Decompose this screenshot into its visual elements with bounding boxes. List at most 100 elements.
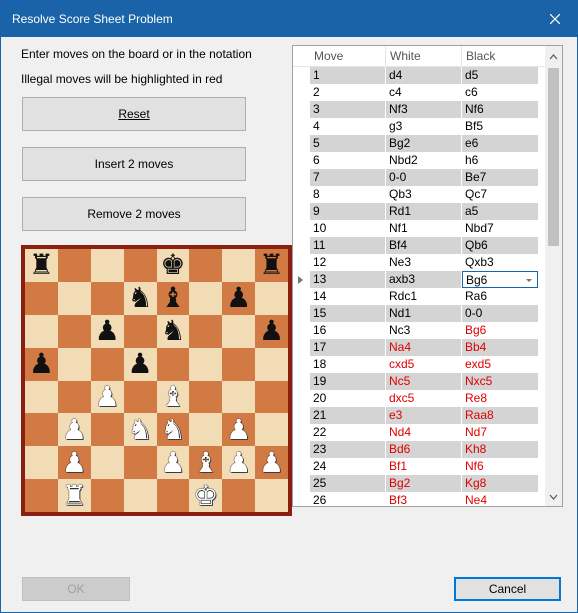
black-pawn-icon[interactable]: ♟ — [95, 317, 120, 345]
board-square[interactable] — [189, 380, 223, 414]
black-move-cell[interactable]: a5 — [462, 203, 538, 220]
move-row[interactable]: 18 cxd5 exd5 — [293, 356, 546, 373]
board-square[interactable]: ♝ — [156, 380, 190, 414]
black-move-cell[interactable]: c6 — [462, 84, 538, 101]
move-row[interactable]: 8 Qb3 Qc7 — [293, 186, 546, 203]
board-square[interactable] — [25, 446, 58, 480]
white-move-cell[interactable]: Nc5 — [386, 373, 461, 390]
move-row[interactable]: 1 d4 d5 — [293, 67, 546, 84]
white-move-cell[interactable]: Bg2 — [386, 475, 461, 492]
reset-button[interactable]: Reset — [22, 97, 246, 131]
move-row[interactable]: 25 Bg2 Kg8 — [293, 475, 546, 492]
white-move-cell[interactable]: Bf1 — [386, 458, 461, 475]
white-pawn-icon[interactable]: ♟ — [62, 448, 87, 477]
black-knight-icon[interactable]: ♞ — [128, 284, 153, 312]
board-square[interactable]: ♟ — [255, 314, 288, 348]
black-move-cell[interactable]: Qc7 — [462, 186, 538, 203]
black-move-cell[interactable]: Kg8 — [462, 475, 538, 492]
move-number-cell[interactable]: 10 — [310, 220, 385, 237]
move-row[interactable]: 19 Nc5 Nxc5 — [293, 373, 546, 390]
board-square[interactable] — [255, 413, 288, 447]
board-square[interactable] — [189, 249, 223, 282]
move-row[interactable]: 15 Nd1 0-0 — [293, 305, 546, 322]
black-move-cell[interactable]: Raa8 — [462, 407, 538, 424]
scroll-down-icon[interactable] — [549, 492, 558, 502]
board-square[interactable]: ♟ — [57, 413, 91, 447]
board-square[interactable]: ♞ — [156, 314, 190, 348]
move-number-cell[interactable]: 11 — [310, 237, 385, 254]
black-move-cell[interactable]: Nf6 — [462, 458, 538, 475]
move-row[interactable]: 20 dxc5 Re8 — [293, 390, 546, 407]
board-square[interactable] — [25, 314, 58, 348]
white-pawn-icon[interactable]: ♟ — [226, 415, 251, 444]
black-move-cell[interactable]: Nxc5 — [462, 373, 538, 390]
white-knight-icon[interactable]: ♞ — [160, 415, 185, 444]
white-pawn-icon[interactable]: ♟ — [95, 382, 120, 411]
board-square[interactable]: ♟ — [255, 446, 288, 480]
move-number-cell[interactable]: 17 — [310, 339, 385, 356]
white-king-icon[interactable]: ♚ — [193, 481, 218, 510]
black-move-cell[interactable]: Qb6 — [462, 237, 538, 254]
black-move-cell[interactable]: h6 — [462, 152, 538, 169]
board-square[interactable] — [90, 281, 124, 315]
board-square[interactable] — [255, 380, 288, 414]
white-move-cell[interactable]: Nf1 — [386, 220, 461, 237]
cancel-button[interactable]: Cancel — [454, 577, 561, 601]
black-move-cell[interactable]: exd5 — [462, 356, 538, 373]
board-square[interactable]: ♟ — [57, 446, 91, 480]
notation-grid[interactable]: Move White Black 1 d4 d5 2 c4 c6 3 Nf3 Nf6 4 g3 Bf5… — [292, 45, 563, 507]
white-move-cell[interactable]: Nd1 — [386, 305, 461, 322]
move-number-cell[interactable]: 6 — [310, 152, 385, 169]
move-row[interactable]: 2 c4 c6 — [293, 84, 546, 101]
move-number-cell[interactable]: 2 — [310, 84, 385, 101]
move-number-cell[interactable]: 22 — [310, 424, 385, 441]
board-square[interactable]: ♞ — [123, 281, 157, 315]
board-square[interactable] — [90, 413, 124, 447]
board-square[interactable] — [222, 314, 256, 348]
board-square[interactable] — [57, 380, 91, 414]
white-move-cell[interactable]: Nc3 — [386, 322, 461, 339]
board-square[interactable] — [123, 446, 157, 480]
black-move-cell[interactable]: Be7 — [462, 169, 538, 186]
move-row[interactable]: 14 Rdc1 Ra6 — [293, 288, 546, 305]
board-square[interactable] — [90, 249, 124, 282]
move-number-cell[interactable]: 25 — [310, 475, 385, 492]
board-square[interactable]: ♜ — [25, 249, 58, 282]
board-square[interactable]: ♟ — [90, 380, 124, 414]
move-number-cell[interactable]: 9 — [310, 203, 385, 220]
board-square[interactable] — [25, 281, 58, 315]
white-move-cell[interactable]: g3 — [386, 118, 461, 135]
board-square[interactable]: ♟ — [156, 446, 190, 480]
board-square[interactable]: ♟ — [222, 281, 256, 315]
board-square[interactable] — [255, 479, 288, 512]
black-move-cell[interactable]: 0-0 — [462, 305, 538, 322]
board-square[interactable]: ♜ — [57, 479, 91, 512]
white-pawn-icon[interactable]: ♟ — [62, 415, 87, 444]
board-square[interactable] — [57, 314, 91, 348]
move-row[interactable]: 9 Rd1 a5 — [293, 203, 546, 220]
move-row[interactable]: 26 Bf3 Ne4 — [293, 492, 546, 506]
move-number-cell[interactable]: 5 — [310, 135, 385, 152]
move-row[interactable]: 3 Nf3 Nf6 — [293, 101, 546, 118]
move-row[interactable]: 6 Nbd2 h6 — [293, 152, 546, 169]
board-square[interactable] — [123, 380, 157, 414]
white-move-cell[interactable]: Rd1 — [386, 203, 461, 220]
scrollbar-thumb[interactable] — [548, 68, 559, 246]
move-number-cell[interactable]: 19 — [310, 373, 385, 390]
black-rook-icon[interactable]: ♜ — [259, 251, 284, 279]
column-header-move[interactable]: Move — [310, 46, 386, 67]
white-move-cell[interactable]: Nd4 — [386, 424, 461, 441]
board-square[interactable]: ♝ — [189, 446, 223, 480]
black-move-cell[interactable]: Ra6 — [462, 288, 538, 305]
white-pawn-icon[interactable]: ♟ — [160, 448, 185, 477]
white-move-cell[interactable]: Nf3 — [386, 101, 461, 118]
move-number-cell[interactable]: 24 — [310, 458, 385, 475]
move-row[interactable]: 4 g3 Bf5 — [293, 118, 546, 135]
black-move-cell[interactable]: Nd7 — [462, 424, 538, 441]
black-move-cell[interactable]: Ne4 — [462, 492, 538, 506]
black-move-cell[interactable]: Bf5 — [462, 118, 538, 135]
white-pawn-icon[interactable]: ♟ — [226, 448, 251, 477]
board-square[interactable] — [57, 347, 91, 381]
move-number-cell[interactable]: 14 — [310, 288, 385, 305]
move-number-cell[interactable]: 20 — [310, 390, 385, 407]
